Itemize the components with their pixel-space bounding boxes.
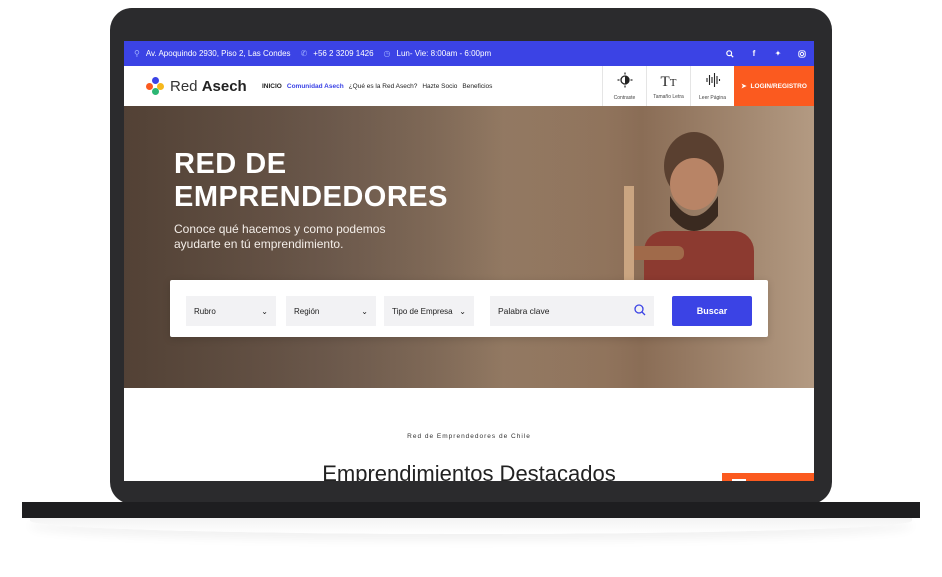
tipo-empresa-select-label: Tipo de Empresa [392, 306, 453, 316]
business-search-panel: Rubro ⌄ Región ⌄ Tipo de Empresa ⌄ Palab… [170, 280, 768, 337]
contrast-button[interactable]: Contraste [602, 66, 646, 106]
phone-icon: ✆ [300, 49, 308, 58]
audio-wave-icon [705, 72, 721, 93]
contrast-icon [617, 72, 633, 93]
contrast-label: Contraste [613, 94, 636, 101]
phone-text[interactable]: +56 2 3209 1426 [313, 49, 373, 58]
website-screen: ⚲ Av. Apoquindo 2930, Piso 2, Las Condes… [124, 41, 814, 481]
read-page-label: Leer Página [699, 94, 726, 101]
main-menu: INICIO Comunidad Asech ¿Qué es la Red As… [262, 83, 497, 90]
read-page-button[interactable]: Leer Página [690, 66, 734, 106]
address-text: Av. Apoquindo 2930, Piso 2, Las Condes [145, 49, 291, 58]
phone-item[interactable]: ✆ +56 2 3209 1426 [301, 49, 374, 58]
login-register-button[interactable]: ➤ LOGIN/REGISTRO [734, 66, 814, 106]
text-size-icon: TT [660, 73, 677, 90]
keyword-input[interactable]: Palabra clave [490, 296, 654, 326]
hours-item: ◷ Lun- Vie: 8:00am - 6:00pm [384, 49, 492, 58]
facebook-icon[interactable]: f [742, 41, 766, 66]
search-button[interactable]: Buscar [672, 296, 752, 326]
text-size-label: Tamaño Letra [653, 93, 684, 100]
menu-item-comunidad[interactable]: Comunidad Asech [287, 83, 344, 90]
twitter-icon[interactable]: ✦ [766, 41, 790, 66]
site-logo[interactable]: Red Asech [146, 77, 248, 95]
hours-text: Lun- Vie: 8:00am - 6:00pm [396, 49, 492, 58]
region-select[interactable]: Región ⌄ [286, 296, 376, 326]
tipo-empresa-select[interactable]: Tipo de Empresa ⌄ [384, 296, 474, 326]
search-icon[interactable] [718, 41, 742, 66]
floating-chat-tab[interactable] [722, 473, 814, 481]
clock-icon: ◷ [383, 49, 391, 58]
hero-title: RED DE EMPRENDEDORES [174, 148, 448, 213]
search-icon[interactable] [634, 303, 646, 319]
hero-subtitle: Conoce qué hacemos y como podemos ayudar… [174, 222, 386, 251]
menu-item-inicio[interactable]: INICIO [262, 83, 282, 90]
menu-item-beneficios[interactable]: Beneficios [462, 83, 492, 90]
rubro-select[interactable]: Rubro ⌄ [186, 296, 276, 326]
region-select-label: Región [294, 306, 320, 316]
hero-banner: RED DE EMPRENDEDORES Conoce qué hacemos … [124, 106, 814, 388]
instagram-icon[interactable] [790, 41, 814, 66]
section-title: Emprendimientos Destacados [322, 461, 616, 481]
topbar-social: f ✦ [718, 41, 814, 66]
address-item: ⚲ Av. Apoquindo 2930, Piso 2, Las Condes [134, 49, 291, 58]
laptop-base [22, 502, 920, 518]
location-icon: ⚲ [134, 49, 140, 58]
text-size-button[interactable]: TT Tamaño Letra [646, 66, 690, 106]
chevron-down-icon: ⌄ [261, 306, 268, 316]
chevron-down-icon: ⌄ [361, 306, 368, 316]
keyword-placeholder: Palabra clave [498, 306, 550, 316]
main-navbar: Red Asech INICIO Comunidad Asech ¿Qué es… [124, 66, 814, 107]
rubro-select-label: Rubro [194, 306, 216, 316]
logo-text: Red Asech [170, 77, 247, 95]
login-icon: ➤ [741, 83, 747, 90]
menu-item-hazte-socio[interactable]: Hazte Socio [422, 83, 457, 90]
login-label: LOGIN/REGISTRO [750, 82, 807, 90]
accessibility-tools: Contraste TT Tamaño Letra Leer Página [602, 66, 734, 106]
logo-mark-icon [146, 77, 164, 95]
chevron-down-icon: ⌄ [459, 306, 466, 316]
section-kicker: Red de Emprendedores de Chile [407, 433, 531, 440]
menu-item-que-es[interactable]: ¿Qué es la Red Asech? [349, 83, 418, 90]
contact-topbar: ⚲ Av. Apoquindo 2930, Piso 2, Las Condes… [124, 41, 814, 66]
laptop-base-lip [30, 518, 912, 534]
